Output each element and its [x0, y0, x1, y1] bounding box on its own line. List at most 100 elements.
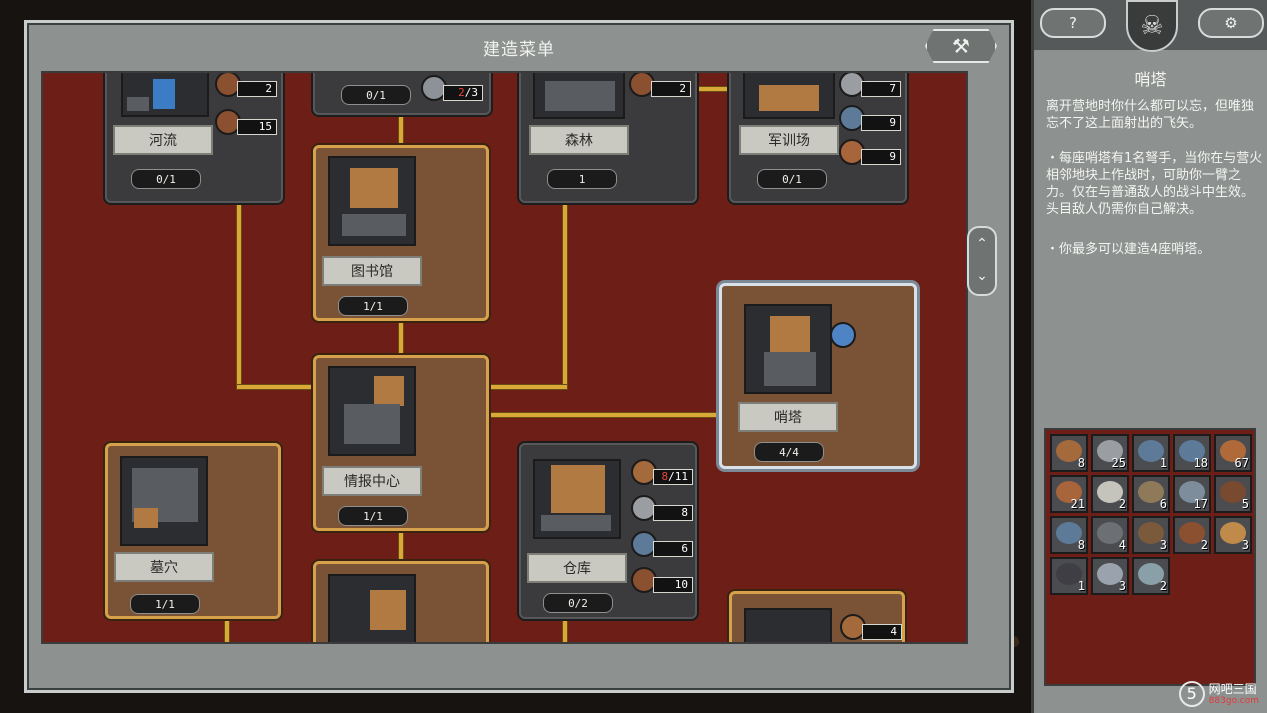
- inventory-slot[interactable]: 17: [1173, 475, 1211, 513]
- flavor-text: 离开营地时你什么都可以忘，但唯独忘不了这上面射出的飞矢。: [1046, 99, 1255, 131]
- scroll-up-icon[interactable]: ⌃: [969, 228, 995, 260]
- crypt-art: [120, 456, 208, 546]
- build-count: 1: [547, 169, 617, 189]
- storage-art: [533, 459, 621, 539]
- building-card-library[interactable]: 图书馆 1/1: [313, 145, 489, 321]
- build-count: 0/2: [543, 593, 613, 613]
- building-name: 河流: [113, 125, 213, 155]
- building-card-partial[interactable]: 4: [729, 591, 905, 642]
- scroll-control: ⌃ ⌄: [967, 226, 997, 296]
- inventory-slot[interactable]: 3: [1214, 516, 1252, 554]
- inventory-slot[interactable]: 8: [1050, 434, 1088, 472]
- resource-cost: 2: [215, 73, 277, 99]
- intel-art: [328, 366, 416, 456]
- skull-icon: ☠: [1126, 0, 1178, 52]
- connector: [225, 615, 229, 642]
- resource-cost: 8: [631, 495, 693, 523]
- menu-title: 建造菜单: [483, 40, 555, 60]
- watchtower-art: [744, 304, 832, 394]
- build-count: 0/1: [341, 85, 411, 105]
- resource-quantity: 2: [1200, 538, 1208, 552]
- watermark-name: 网吧三国: [1208, 681, 1257, 696]
- resource-quantity: 8: [1077, 456, 1085, 470]
- camp-art: [743, 73, 835, 119]
- resource-quantity: 3: [1118, 579, 1126, 593]
- resource-quantity: 21: [1070, 497, 1085, 511]
- inventory-slot[interactable]: 25: [1091, 434, 1129, 472]
- library-art: [328, 156, 416, 246]
- watermark-logo: 5: [1178, 681, 1205, 707]
- building-name: 森林: [529, 125, 629, 155]
- building-card-unknown[interactable]: 0/1 2/3: [313, 73, 491, 115]
- build-count: 0/1: [757, 169, 827, 189]
- build-count: 1/1: [130, 594, 200, 614]
- resource-cost: 6: [631, 531, 693, 559]
- hammer-cross-icon: ⚒: [952, 34, 970, 58]
- building-name: 哨塔: [738, 402, 838, 432]
- resource-cost: 2: [629, 73, 691, 99]
- resource-quantity: 2: [1159, 579, 1167, 593]
- connector: [563, 201, 567, 387]
- resource-quantity: 4: [1118, 538, 1126, 552]
- resource-cost: 9: [839, 105, 901, 133]
- settings-button[interactable]: ⚙: [1198, 8, 1264, 38]
- river-art: [121, 73, 209, 117]
- resource-quantity: 8: [1077, 538, 1085, 552]
- inventory-slot[interactable]: 5: [1214, 475, 1252, 513]
- inventory-slot[interactable]: 1: [1050, 557, 1088, 595]
- scroll-down-icon[interactable]: ⌄: [969, 260, 995, 292]
- help-button[interactable]: ?: [1040, 8, 1106, 38]
- inventory-slot[interactable]: 3: [1091, 557, 1129, 595]
- resource-inventory: 8 25 1 18 67 21 2 6 17 5 8 4 3 2 3 1 3 2: [1044, 428, 1256, 686]
- inventory-slot[interactable]: 67: [1214, 434, 1252, 472]
- inventory-slot[interactable]: 18: [1173, 434, 1211, 472]
- inventory-slot[interactable]: 4: [1091, 516, 1129, 554]
- building-card-training-camp[interactable]: 7 9 9 军训场 0/1: [729, 73, 907, 203]
- building-name: 情报中心: [322, 466, 422, 496]
- connector: [399, 321, 403, 355]
- building-card-river[interactable]: 2 15 河流 0/1: [105, 73, 283, 203]
- building-card-storage[interactable]: 8/11 8 6 10 仓库 0/2: [519, 443, 697, 619]
- building-card-intel-center[interactable]: 情报中心 1/1: [313, 355, 489, 531]
- build-menu-panel: 建造菜单 ⚒ 2 15 河流 0/1 0/1 2/3 2 森林 1 7 9 9 …: [24, 20, 1014, 693]
- resource-cost: 10: [631, 567, 693, 595]
- inventory-slot[interactable]: 21: [1050, 475, 1088, 513]
- resource-cost: 15: [215, 109, 277, 137]
- inventory-slot[interactable]: 2: [1091, 475, 1129, 513]
- connector: [487, 413, 719, 417]
- building-card-crypt[interactable]: 墓穴 1/1: [105, 443, 281, 619]
- resource-quantity: 3: [1241, 538, 1249, 552]
- inventory-slot[interactable]: 6: [1132, 475, 1170, 513]
- connector: [237, 385, 317, 389]
- inventory-slot[interactable]: 2: [1173, 516, 1211, 554]
- resource-quantity: 5: [1241, 497, 1249, 511]
- close-button[interactable]: ⚒: [925, 29, 997, 63]
- connector: [399, 527, 403, 563]
- watermark-url: 883go.com: [1208, 695, 1259, 706]
- inventory-slot[interactable]: 3: [1132, 516, 1170, 554]
- building-title: 哨塔: [1134, 70, 1167, 89]
- building-card-forest[interactable]: 2 森林 1: [519, 73, 697, 203]
- resource-quantity: 1: [1159, 456, 1167, 470]
- building-card-watchtower[interactable]: 哨塔 4/4: [719, 283, 917, 469]
- resource-quantity: 1: [1077, 579, 1085, 593]
- building-name: 墓穴: [114, 552, 214, 582]
- inventory-slot[interactable]: 8: [1050, 516, 1088, 554]
- resource-cost: 2/3: [421, 75, 483, 103]
- watermark: 5 网吧三国 883go.com: [1178, 681, 1259, 707]
- building-name: 图书馆: [322, 256, 422, 286]
- resource-quantity: 67: [1234, 456, 1249, 470]
- build-count: 4/4: [754, 442, 824, 462]
- connector: [697, 87, 731, 91]
- building-card-partial[interactable]: [313, 561, 489, 642]
- description-text: ・每座哨塔有1名弩手，当你在与营火相邻地块上作战时，可助你一臂之力。仅在与普通敌…: [1046, 151, 1263, 217]
- resource-quantity: 3: [1159, 538, 1167, 552]
- resource-quantity: 2: [1118, 497, 1126, 511]
- inventory-slot[interactable]: 1: [1132, 434, 1170, 472]
- building-name: 仓库: [527, 553, 627, 583]
- inventory-slot[interactable]: 2: [1132, 557, 1170, 595]
- connector: [237, 201, 241, 387]
- build-count: 1/1: [338, 296, 408, 316]
- crossbow-icon: [830, 322, 892, 350]
- building-name: 军训场: [739, 125, 839, 155]
